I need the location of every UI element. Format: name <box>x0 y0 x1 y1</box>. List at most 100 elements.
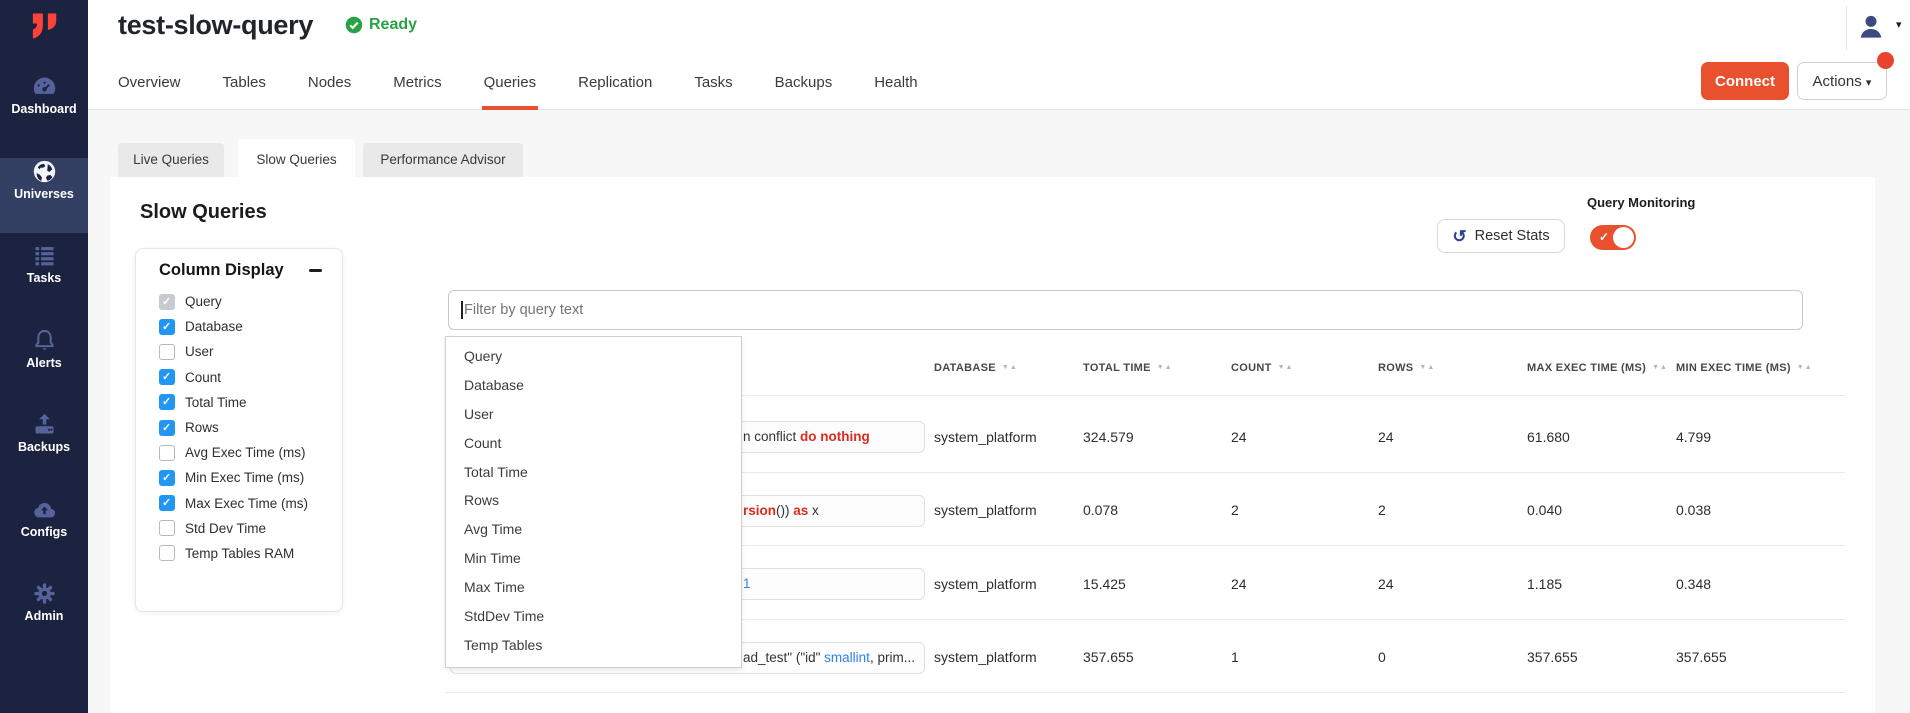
column-option-database[interactable]: Database <box>159 314 308 339</box>
cell-rows: 24 <box>1378 576 1394 592</box>
cell-max_exec_time: 61.680 <box>1527 429 1570 445</box>
nav-tab-health[interactable]: Health <box>874 58 917 110</box>
cell-max_exec_time: 0.040 <box>1527 502 1562 518</box>
query-monitoring-toggle[interactable]: ✓ <box>1590 225 1636 250</box>
query-segment: do nothing <box>800 429 870 444</box>
column-option-query[interactable]: Query <box>159 289 308 314</box>
filter-field-dropdown: QueryDatabaseUserCountTotal TimeRowsAvg … <box>445 336 742 668</box>
nav-tab-nodes[interactable]: Nodes <box>308 58 351 110</box>
table-row[interactable]: 1system_platform15.42524241.1850.348 <box>110 548 1875 622</box>
nav-tab-replication[interactable]: Replication <box>578 58 652 110</box>
cell-count: 2 <box>1231 502 1239 518</box>
sidebar-item-label: Configs <box>0 525 88 539</box>
dropdown-item-avg-time[interactable]: Avg Time <box>446 515 741 544</box>
dropdown-item-min-time[interactable]: Min Time <box>446 544 741 573</box>
status-label: Ready <box>369 16 417 34</box>
dropdown-item-user[interactable]: User <box>446 400 741 429</box>
column-option-label: User <box>185 344 214 359</box>
nav-tab-backups[interactable]: Backups <box>775 58 833 110</box>
sidebar: Dashboard Universes Tasks Alerts Backups Conf… <box>0 0 88 713</box>
dropdown-item-query[interactable]: Query <box>446 342 741 371</box>
query-segment: , prim... <box>870 650 915 665</box>
column-header-min-exec-time-ms[interactable]: MIN EXEC TIME (MS) ▼▲ <box>1676 362 1813 374</box>
subtab-slow-queries[interactable]: Slow Queries <box>238 139 355 179</box>
cell-min_exec_time: 4.799 <box>1676 429 1711 445</box>
cell-count: 24 <box>1231 429 1247 445</box>
cell-count: 24 <box>1231 576 1247 592</box>
alerts-icon <box>31 327 58 354</box>
cell-rows: 2 <box>1378 502 1386 518</box>
user-menu-caret-icon[interactable]: ▾ <box>1896 18 1902 31</box>
sort-icon[interactable]: ▼▲ <box>1278 364 1294 371</box>
user-profile-icon[interactable] <box>1856 12 1886 42</box>
cell-count: 1 <box>1231 649 1239 665</box>
sidebar-item-alerts[interactable]: Alerts <box>0 327 88 403</box>
dropdown-item-rows[interactable]: Rows <box>446 486 741 515</box>
column-header-count[interactable]: COUNT▼▲ <box>1231 362 1293 374</box>
dropdown-item-count[interactable]: Count <box>446 429 741 458</box>
reset-icon: ↺ <box>1452 228 1466 245</box>
sidebar-item-dashboard[interactable]: Dashboard <box>0 73 88 149</box>
page-title: Slow Queries <box>140 201 267 224</box>
admin-icon <box>31 580 58 607</box>
sort-icon[interactable]: ▼▲ <box>1157 364 1173 371</box>
query-segment: 1 <box>743 576 751 591</box>
query-filter-input[interactable] <box>448 290 1803 330</box>
sidebar-item-label: Backups <box>0 440 88 454</box>
subtab-live-queries[interactable]: Live Queries <box>118 143 224 177</box>
column-header-database[interactable]: DATABASE ▼▲ <box>934 362 1018 374</box>
query-snippet-text: rsion()) as x <box>743 503 819 518</box>
table-row[interactable]: n conflict do nothingsystem_platform324.… <box>110 401 1875 475</box>
column-option-label: Database <box>185 319 243 334</box>
reset-stats-button[interactable]: ↺ Reset Stats <box>1437 219 1565 253</box>
query-segment: smallint <box>824 650 870 665</box>
collapse-minus-icon[interactable] <box>309 269 322 272</box>
table-row[interactable]: rsion()) as xsystem_platform0.078220.040… <box>110 474 1875 548</box>
nav-tab-queries[interactable]: Queries <box>484 58 537 110</box>
checkbox-query <box>159 294 175 310</box>
table-row[interactable]: ad_test" ("id" smallint, prim...system_p… <box>110 621 1875 695</box>
query-segment: as <box>793 503 808 518</box>
dropdown-item-total-time[interactable]: Total Time <box>446 458 741 487</box>
dropdown-item-max-time[interactable]: Max Time <box>446 573 741 602</box>
query-segment: x <box>808 503 819 518</box>
cell-total_time: 15.425 <box>1083 576 1126 592</box>
sidebar-item-backups[interactable]: Backups <box>0 411 88 487</box>
column-header-label: DATABASE <box>934 362 996 374</box>
tasks-icon <box>31 242 58 269</box>
cell-max_exec_time: 1.185 <box>1527 576 1562 592</box>
dropdown-item-stddev-time[interactable]: StdDev Time <box>446 602 741 631</box>
query-segment: ad_test" ("id" <box>743 650 824 665</box>
column-header-total-time[interactable]: TOTAL TIME ▼▲ <box>1083 362 1173 374</box>
sort-icon[interactable]: ▼▲ <box>1419 364 1435 371</box>
nav-tab-tables[interactable]: Tables <box>223 58 266 110</box>
column-header-label: ROWS <box>1378 362 1413 374</box>
sidebar-item-admin[interactable]: Admin <box>0 580 88 656</box>
sidebar-item-configs[interactable]: Configs <box>0 496 88 572</box>
yugabyte-logo-icon[interactable] <box>24 8 64 48</box>
checkbox-database[interactable] <box>159 319 175 335</box>
nav-tab-tasks[interactable]: Tasks <box>694 58 732 110</box>
nav-tab-overview[interactable]: Overview <box>118 58 181 110</box>
sort-icon[interactable]: ▼▲ <box>1797 364 1813 371</box>
nav-tab-metrics[interactable]: Metrics <box>393 58 441 110</box>
sidebar-item-tasks[interactable]: Tasks <box>0 242 88 318</box>
dropdown-item-temp-tables[interactable]: Temp Tables <box>446 631 741 660</box>
column-header-label: TOTAL TIME <box>1083 362 1151 374</box>
checkbox-user[interactable] <box>159 344 175 360</box>
toggle-check-icon: ✓ <box>1599 230 1609 244</box>
connect-button[interactable]: Connect <box>1701 62 1789 100</box>
sort-icon[interactable]: ▼▲ <box>1002 364 1018 371</box>
column-header-label: MIN EXEC TIME (MS) <box>1676 362 1791 374</box>
column-header-rows[interactable]: ROWS ▼▲ <box>1378 362 1435 374</box>
sort-icon[interactable]: ▼▲ <box>1652 364 1668 371</box>
column-header-max-exec-time-ms[interactable]: MAX EXEC TIME (MS)▼▲ <box>1527 362 1668 374</box>
cell-database: system_platform <box>934 429 1037 445</box>
actions-button[interactable]: Actions ▾ <box>1797 62 1887 100</box>
filter-wrap <box>448 290 1803 330</box>
dropdown-item-database[interactable]: Database <box>446 371 741 400</box>
toggle-knob <box>1613 227 1634 248</box>
sidebar-item-universes[interactable]: Universes <box>0 158 88 234</box>
column-option-user[interactable]: User <box>159 339 308 364</box>
subtab-performance-advisor[interactable]: Performance Advisor <box>363 143 523 177</box>
